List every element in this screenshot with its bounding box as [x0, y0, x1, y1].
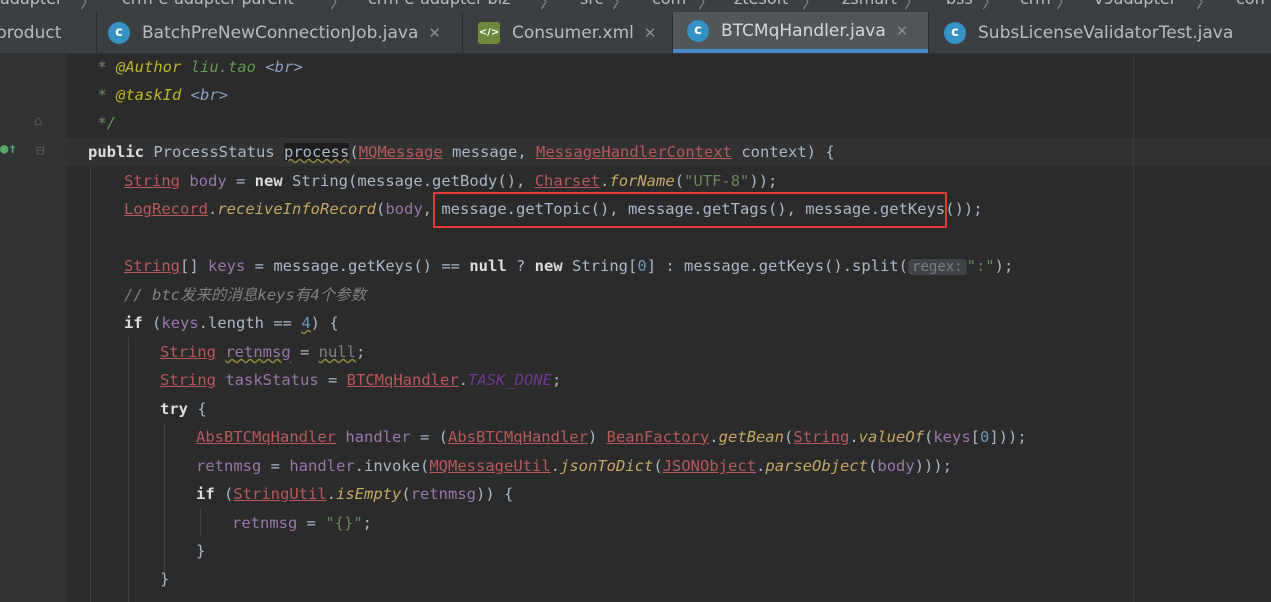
code-line-comment: // btc发来的消息keys有4个参数 — [124, 286, 367, 304]
editor-gutter[interactable]: ⌂ ●↑ ⊟ — [0, 53, 66, 602]
breadcrumb-separator: 〉 — [1196, 0, 1213, 12]
close-icon[interactable]: ✕ — [428, 24, 441, 42]
tab-label: SubsLicenseValidatorTest.java — [978, 22, 1234, 43]
tab-product[interactable]: product — [0, 12, 96, 53]
code-line: String taskStatus = BTCMqHandler.TASK_DO… — [160, 371, 562, 389]
code-line: String retnmsg = null; — [160, 343, 366, 361]
xml-file-icon: </> — [478, 21, 500, 44]
code-line: retnmsg = handler.invoke(MQMessageUtil.j… — [196, 457, 953, 475]
fold-icon[interactable]: ⌂ — [34, 113, 42, 129]
indent-guide — [90, 166, 91, 602]
breadcrumb-separator: 〉 — [904, 0, 921, 12]
code-line: } — [196, 542, 206, 560]
tab-consumer-xml[interactable]: </> Consumer.xml ✕ — [478, 12, 673, 53]
breadcrumb: adapter 〉 crm-e-adapter-parent 〉 crm-e-a… — [0, 0, 1271, 12]
red-highlight-box — [433, 192, 947, 228]
breadcrumb-item[interactable]: crm-e-adapter-biz — [368, 0, 510, 8]
code-line: String body = new String(message.getBody… — [124, 172, 778, 190]
code-line: if (keys.length == 4) { — [124, 314, 339, 332]
breadcrumb-separator: 〉 — [540, 0, 557, 12]
close-icon[interactable]: ✕ — [644, 24, 657, 42]
tab-subs-license-validator-test[interactable]: c SubsLicenseValidatorTest.java — [944, 12, 1271, 53]
code-line: */ — [88, 114, 116, 132]
code-line: if (StringUtil.isEmpty(retnmsg)) { — [196, 485, 514, 503]
code-editor[interactable]: * @Author liu.tao <br> * @taskId <br> */… — [66, 53, 1271, 602]
tab-divider — [462, 12, 463, 53]
tab-btc-mq-handler[interactable]: c BTCMqHandler.java ✕ — [673, 12, 928, 53]
indent-guide — [200, 509, 201, 537]
code-line: * @taskId <br> — [88, 86, 228, 104]
breadcrumb-separator: 〉 — [1056, 0, 1073, 12]
indent-guide — [164, 423, 165, 588]
java-class-icon: c — [108, 21, 130, 44]
breadcrumb-separator: 〉 — [612, 0, 629, 12]
breadcrumb-item[interactable]: zsmart — [842, 0, 897, 8]
breadcrumb-item[interactable]: com — [652, 0, 686, 8]
code-line: try { — [160, 400, 207, 418]
breadcrumb-separator: 〉 — [698, 0, 715, 12]
code-line: * @Author liu.tao <br> — [88, 58, 303, 76]
code-line-method-signature: public ProcessStatus process(MQMessage m… — [88, 143, 835, 161]
editor-tab-bar: product c BatchPreNewConnectionJob.java … — [0, 12, 1271, 54]
tab-batch-pre-new-connection-job[interactable]: c BatchPreNewConnectionJob.java ✕ — [108, 12, 463, 53]
breadcrumb-item[interactable]: src — [580, 0, 603, 8]
fold-icon[interactable]: ⊟ — [36, 143, 44, 159]
breadcrumb-item[interactable]: con — [1236, 0, 1265, 8]
code-line: } — [160, 570, 170, 588]
breadcrumb-item[interactable]: v9adapter — [1094, 0, 1176, 8]
parameter-hint: regex: — [908, 259, 967, 275]
breadcrumb-item[interactable]: crm — [1020, 0, 1051, 8]
tab-divider — [96, 12, 97, 53]
breadcrumb-separator: 〉 — [982, 0, 999, 12]
tab-label: product — [0, 22, 62, 43]
tab-label: Consumer.xml — [512, 22, 634, 43]
breadcrumb-item[interactable]: bss — [946, 0, 973, 8]
breadcrumb-separator: 〉 — [80, 0, 97, 12]
right-margin-guide — [1133, 53, 1134, 602]
tab-divider — [928, 12, 929, 53]
breadcrumb-separator: 〉 — [802, 0, 819, 12]
code-line: AbsBTCMqHandler handler = (AbsBTCMqHandl… — [196, 428, 1027, 446]
tab-label: BatchPreNewConnectionJob.java — [142, 22, 419, 43]
breadcrumb-separator: 〉 — [330, 0, 347, 12]
breadcrumb-item[interactable]: crm-e-adapter-parent — [122, 0, 294, 8]
java-class-icon: c — [944, 21, 966, 44]
override-method-icon[interactable]: ●↑ — [0, 141, 17, 157]
breadcrumb-item[interactable]: ztesoft — [734, 0, 788, 8]
code-line: String[] keys = message.getKeys() == nul… — [124, 257, 1014, 275]
breadcrumb-item[interactable]: adapter — [0, 0, 63, 8]
tab-label: BTCMqHandler.java — [721, 20, 886, 41]
close-icon[interactable]: ✕ — [896, 22, 909, 40]
java-class-icon: c — [687, 19, 709, 42]
indent-guide — [128, 337, 129, 602]
code-line: retnmsg = "{}"; — [232, 514, 372, 532]
